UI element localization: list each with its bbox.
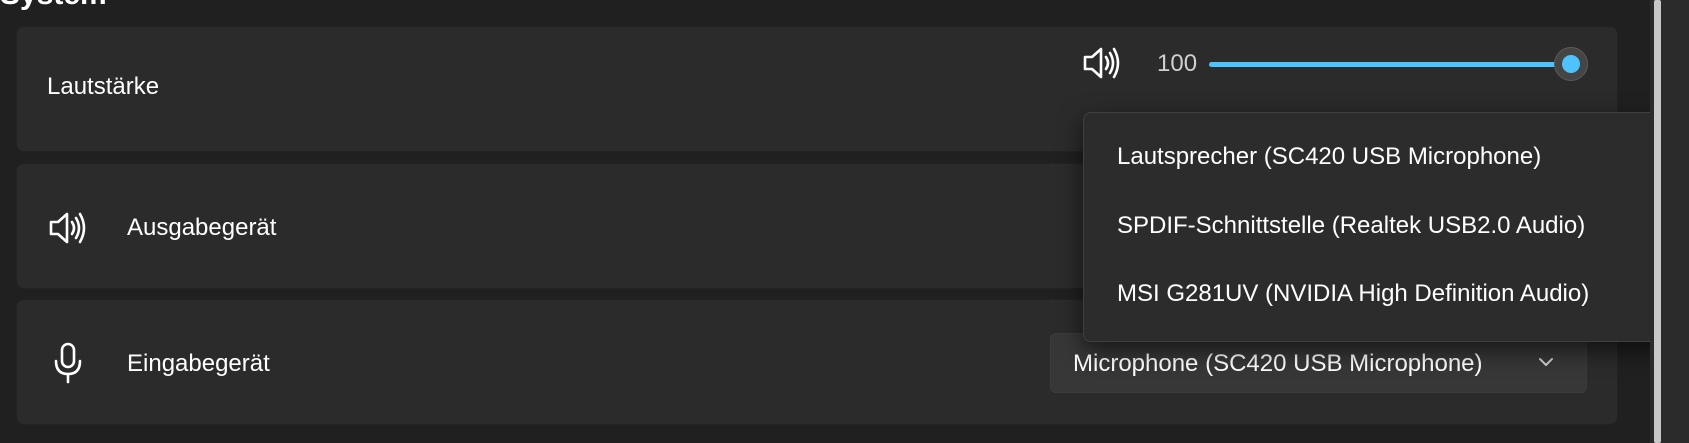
scrollbar-thumb[interactable] (1654, 0, 1661, 443)
speaker-icon (49, 212, 86, 244)
section-title: System (0, 0, 107, 12)
slider-thumb[interactable] (1554, 47, 1588, 81)
input-device-dropdown[interactable]: Microphone (SC420 USB Microphone) (1050, 333, 1587, 393)
input-device-selected: Microphone (SC420 USB Microphone) (1073, 350, 1483, 377)
volume-label: Lautstärke (47, 73, 160, 100)
volume-slider[interactable] (1209, 47, 1588, 81)
output-device-flyout: Lautsprecher (SC420 USB Microphone) SPDI… (1083, 112, 1665, 342)
input-device-label: Eingabegerät (127, 350, 270, 377)
speaker-icon[interactable] (1081, 45, 1123, 81)
flyout-item[interactable]: Lautsprecher (SC420 USB Microphone) (1117, 143, 1541, 171)
volume-value: 100 (1157, 50, 1198, 77)
microphone-icon (54, 342, 82, 384)
flyout-item[interactable]: MSI G281UV (NVIDIA High Definition Audio… (1117, 280, 1589, 308)
slider-fill (1209, 62, 1571, 67)
output-device-label: Ausgabegerät (127, 214, 277, 241)
flyout-item[interactable]: SPDIF-Schnittstelle (Realtek USB2.0 Audi… (1117, 212, 1585, 240)
chevron-down-icon (1539, 358, 1553, 366)
